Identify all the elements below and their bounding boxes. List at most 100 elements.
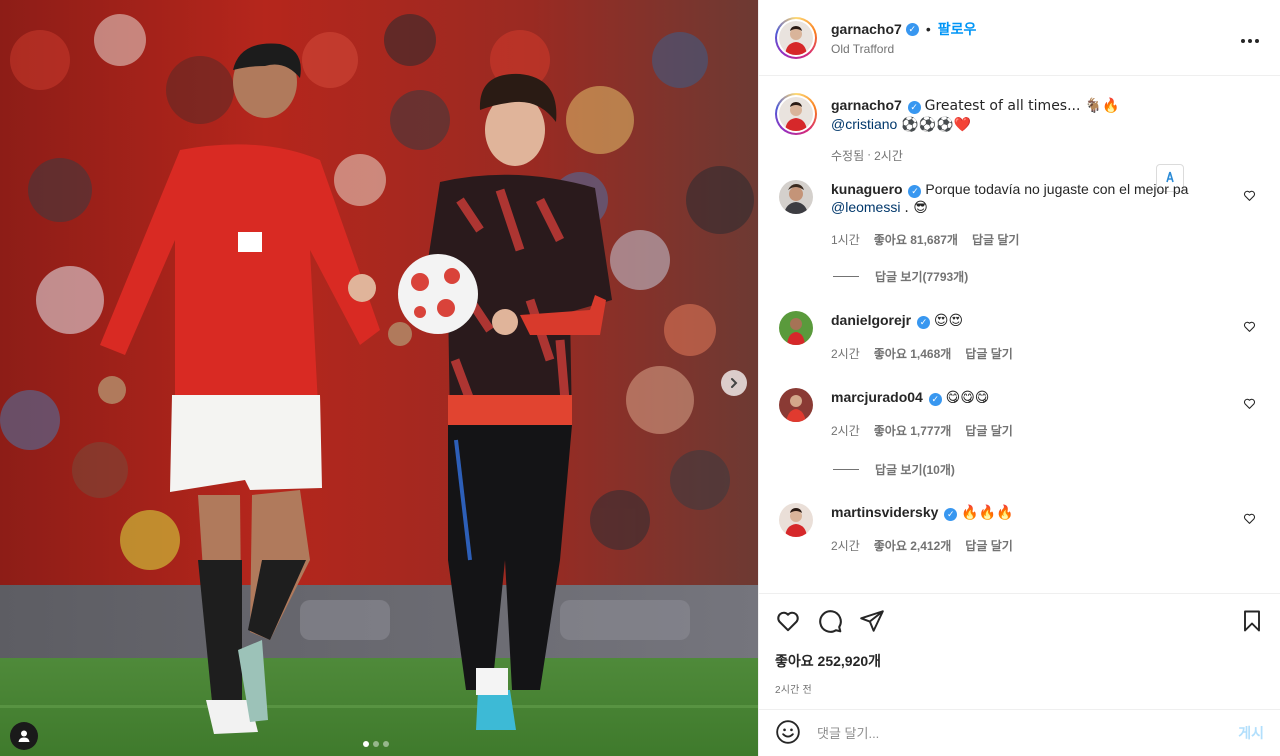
comment-input[interactable] — [817, 725, 1239, 741]
heart-icon — [1243, 321, 1256, 332]
comment-like-button[interactable] — [1243, 397, 1256, 413]
comment-like-button[interactable] — [1243, 320, 1256, 336]
caption-text: Greatest of all times... 🐐🔥 — [924, 98, 1120, 114]
likes-count[interactable]: 좋아요 252,920개 — [775, 651, 1264, 671]
comment-username[interactable]: marcjurado04 — [831, 389, 923, 405]
user-icon — [18, 730, 30, 742]
post-timestamp[interactable]: 2시간 전 — [775, 681, 1264, 696]
avatar-image — [779, 503, 813, 537]
verified-badge-icon: ✓ — [928, 393, 942, 406]
verified-badge-icon: ✓ — [917, 316, 931, 329]
heart-icon — [1243, 190, 1256, 201]
author-avatar[interactable] — [775, 16, 817, 59]
post-header: garnacho7 ✓ • 팔로우 Old Trafford — [759, 0, 1280, 76]
carousel-next-button[interactable] — [721, 370, 747, 396]
comment-avatar[interactable] — [779, 503, 813, 537]
post-sidebar: garnacho7 ✓ • 팔로우 Old Trafford garnacho7… — [758, 0, 1280, 756]
verified-badge-icon: ✓ — [908, 185, 922, 198]
post-photo[interactable] — [0, 0, 758, 756]
follow-button[interactable]: 팔로우 — [938, 19, 977, 39]
emoji-picker-button[interactable] — [775, 719, 801, 748]
heart-icon — [1243, 513, 1256, 524]
comment-item: martinsvidersky ✓ 🔥🔥🔥 2시간 좋아요 2,412개 답글 … — [775, 503, 1264, 554]
paper-plane-icon — [860, 610, 884, 632]
verified-badge-icon: ✓ — [944, 508, 958, 521]
comments-section[interactable]: garnacho7 ✓ Greatest of all times... 🐐🔥 … — [759, 77, 1280, 593]
smiley-icon — [776, 719, 800, 744]
meta-separator: · — [867, 147, 872, 161]
post-comment-button[interactable]: 게시 — [1238, 723, 1264, 743]
more-horizontal-icon — [1241, 39, 1259, 43]
verified-badge-icon: ✓ — [907, 101, 921, 114]
carousel-dot — [383, 741, 389, 747]
reply-button[interactable]: 답글 달기 — [972, 231, 1020, 248]
comment-time[interactable]: 1시간 — [831, 231, 860, 248]
carousel-dots — [363, 741, 389, 747]
view-replies-label: 답글 보기(10개) — [875, 463, 955, 477]
reply-button[interactable]: 답글 달기 — [965, 537, 1013, 554]
comment-time[interactable]: 2시간 — [831, 345, 860, 362]
post-location[interactable]: Old Trafford — [831, 42, 976, 56]
post-actions: 좋아요 252,920개 2시간 전 — [759, 593, 1280, 709]
save-button[interactable] — [1240, 609, 1264, 636]
author-username[interactable]: garnacho7 — [831, 21, 902, 37]
comment-button[interactable] — [817, 608, 843, 637]
view-replies-button[interactable]: 답글 보기(7793개) — [833, 268, 1264, 285]
avatar-image — [779, 97, 813, 131]
avatar-image — [779, 20, 813, 55]
avatar-image — [779, 180, 813, 214]
comment-avatar[interactable] — [779, 311, 813, 345]
comment-text: Porque todavía no jugaste con el mejor p… — [925, 181, 1189, 197]
comment-text: 😍😍 — [933, 313, 964, 329]
comment-avatar[interactable] — [779, 388, 813, 422]
avatar-image — [779, 388, 813, 422]
heart-icon — [777, 611, 799, 632]
edited-label: 수정됨 — [831, 149, 865, 163]
chevron-right-icon — [731, 378, 738, 388]
add-comment-bar: 게시 — [759, 709, 1280, 756]
comment-username[interactable]: kunaguero — [831, 181, 903, 197]
comment-item: danielgorejr ✓ 😍😍 2시간 좋아요 1,468개 답글 달기 — [775, 311, 1264, 362]
photo-scene — [0, 0, 758, 756]
caption-time: 2시간 — [874, 149, 903, 163]
comment-time[interactable]: 2시간 — [831, 422, 860, 439]
comment-text: 😋😋😋 — [945, 390, 990, 406]
comment-like-button[interactable] — [1243, 189, 1256, 205]
header-separator: • — [925, 21, 931, 37]
comment-text: 🔥🔥🔥 — [961, 505, 1014, 521]
post-caption: garnacho7 ✓ Greatest of all times... 🐐🔥 … — [775, 93, 1264, 164]
comment-time[interactable]: 2시간 — [831, 537, 860, 554]
share-button[interactable] — [859, 608, 885, 637]
caption-mention[interactable]: @cristiano — [831, 116, 897, 132]
comment-item: marcjurado04 ✓ 😋😋😋 2시간 좋아요 1,777개 답글 달기 — [775, 388, 1264, 439]
caption-avatar[interactable] — [775, 93, 817, 135]
view-replies-button[interactable]: 답글 보기(10개) — [833, 461, 1264, 478]
bookmark-icon — [1244, 610, 1260, 632]
instagram-post: garnacho7 ✓ • 팔로우 Old Trafford garnacho7… — [0, 0, 1280, 756]
comment-likes[interactable]: 좋아요 1,777개 — [874, 422, 952, 439]
comment-avatar[interactable] — [779, 180, 813, 214]
comment-bubble-icon — [819, 610, 842, 633]
comment-suffix: . 😎 — [904, 200, 928, 216]
more-options-button[interactable] — [1240, 28, 1260, 49]
carousel-dot — [373, 741, 379, 747]
caption-username[interactable]: garnacho7 — [831, 97, 902, 113]
comment-likes[interactable]: 좋아요 2,412개 — [874, 537, 952, 554]
comment-likes[interactable]: 좋아요 1,468개 — [874, 345, 952, 362]
carousel-dot-active — [363, 741, 369, 747]
heart-icon — [1243, 398, 1256, 409]
like-button[interactable] — [775, 608, 801, 637]
comment-likes[interactable]: 좋아요 81,687개 — [874, 231, 958, 248]
verified-badge-icon: ✓ — [905, 22, 919, 36]
football — [398, 254, 478, 334]
comment-mention[interactable]: @leomessi — [831, 199, 900, 215]
reply-button[interactable]: 답글 달기 — [965, 345, 1013, 362]
comment-username[interactable]: martinsvidersky — [831, 504, 938, 520]
view-replies-label: 답글 보기(7793개) — [875, 270, 969, 284]
comment-username[interactable]: danielgorejr — [831, 312, 911, 328]
comment-item: kunaguero ✓ Porque todavía no jugaste co… — [775, 180, 1264, 248]
tagged-users-button[interactable] — [10, 722, 38, 750]
reply-button[interactable]: 답글 달기 — [965, 422, 1013, 439]
avatar-image — [779, 311, 813, 345]
comment-like-button[interactable] — [1243, 512, 1256, 528]
